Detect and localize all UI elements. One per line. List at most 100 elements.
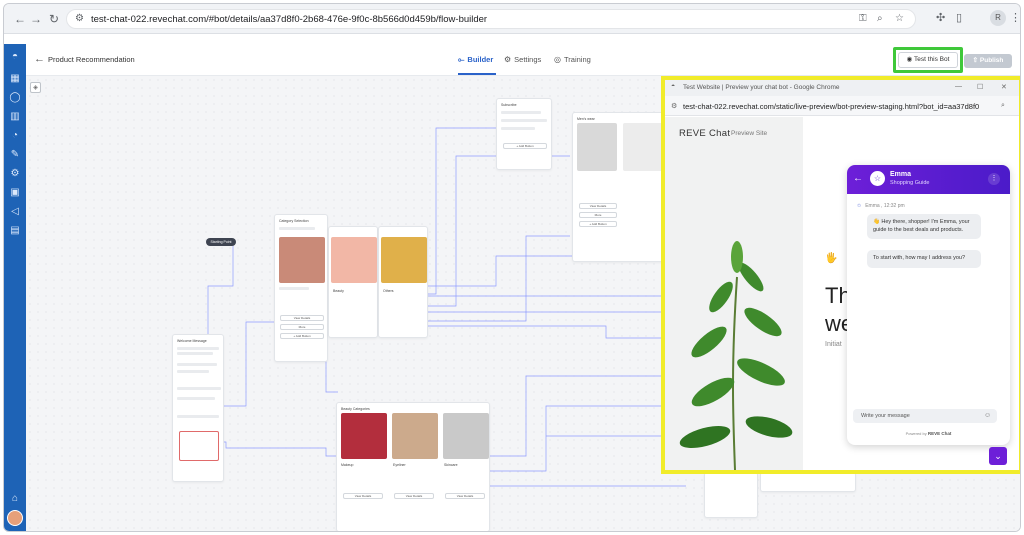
close-icon[interactable]: ✕: [1001, 83, 1007, 91]
add-button[interactable]: + Add Button: [280, 333, 324, 339]
bot-message: 👋 Hey there, shopper! I'm Emma, your gui…: [867, 214, 981, 239]
chat-menu-icon[interactable]: ⋮: [988, 173, 1000, 185]
hidden-node[interactable]: [704, 472, 758, 518]
test-this-bot-button[interactable]: ◉ Test this Bot: [898, 52, 958, 68]
hero-subtext: Initiat: [825, 341, 842, 348]
preview-window-title: Test Website | Preview your chat bot - G…: [683, 84, 840, 91]
makeup-image: [341, 413, 387, 459]
back-arrow-icon[interactable]: ←: [34, 53, 45, 65]
tab-settings[interactable]: ⚙ Settings: [504, 55, 541, 64]
maximize-icon[interactable]: ☐: [977, 83, 983, 91]
welcome-node[interactable]: Welcome Message: [172, 334, 224, 482]
more-button[interactable]: More: [579, 212, 617, 218]
contacts-icon[interactable]: ▣: [7, 186, 23, 200]
add-button[interactable]: + Add Button: [579, 221, 617, 227]
reading-list-icon[interactable]: ▯: [956, 11, 962, 24]
hidden-node[interactable]: [760, 472, 856, 492]
add-button-label: + Add Button: [589, 222, 607, 226]
logo-icon[interactable]: ◓: [7, 50, 23, 64]
chat-logo-icon: ◓: [671, 83, 676, 90]
view-details-button[interactable]: View Details: [280, 315, 324, 321]
view-details-button[interactable]: View Details: [579, 203, 617, 209]
minimize-icon[interactable]: —: [955, 83, 962, 90]
back-icon[interactable]: ←: [12, 11, 28, 27]
profile-avatar[interactable]: R: [990, 10, 1006, 26]
view-details-button[interactable]: View Details: [343, 493, 383, 499]
chat-bubble-icon[interactable]: ◯: [7, 91, 23, 105]
reload-icon[interactable]: ↻: [46, 11, 62, 27]
test-button-label: Test this Bot: [913, 56, 950, 63]
chat-back-icon[interactable]: ←: [853, 173, 863, 184]
forward-icon[interactable]: →: [28, 11, 44, 27]
add-button[interactable]: + Add Button: [503, 143, 547, 149]
zoom-icon[interactable]: ⌕: [877, 13, 883, 24]
gadgets-image: [279, 237, 325, 283]
screenshot-frame: ← → ↻ ⚙ test-chat-022.revechat.com/#bot/…: [3, 3, 1021, 532]
node-text-line: [177, 347, 219, 350]
beauty-image: [331, 237, 377, 283]
add-button-label: + Add Button: [516, 144, 534, 148]
comment-icon[interactable]: ◔: [7, 129, 23, 143]
node-text-line: [501, 111, 541, 114]
condition-block[interactable]: [179, 431, 219, 461]
bot-message: To start with, how may I address you?: [867, 250, 981, 268]
skincare-image: [443, 413, 489, 459]
site-info-icon[interactable]: ⚙: [75, 13, 84, 24]
gear-icon: ⚙: [504, 55, 512, 64]
publish-button[interactable]: ⇧ Publish: [964, 54, 1012, 68]
grid-icon[interactable]: ▦: [7, 72, 23, 86]
view-details-label: View Details: [293, 316, 311, 320]
tab-training[interactable]: ◎ Training: [554, 55, 591, 64]
chat-toggle-button[interactable]: ⌄: [989, 447, 1007, 465]
address-bar[interactable]: ⚙ test-chat-022.revechat.com/#bot/detail…: [66, 9, 916, 29]
others-card[interactable]: Others: [378, 226, 428, 338]
tab-settings-label: Settings: [514, 55, 542, 64]
category-node[interactable]: Category Selection View Details More + A…: [274, 214, 328, 362]
view-details-button[interactable]: View Details: [445, 493, 485, 499]
tab-builder-label: Builder: [467, 55, 494, 64]
tab-builder[interactable]: ⟜ Builder: [458, 55, 493, 65]
builder-header: ← Product Recommendation ⟜ Builder ⚙ Setti…: [26, 44, 1020, 76]
user-avatar[interactable]: [7, 510, 23, 526]
reports-icon[interactable]: ▤: [7, 224, 23, 238]
node-text-line: [177, 415, 219, 418]
site-info-icon[interactable]: ⚙: [671, 102, 677, 110]
reve-brand: REVE Chat: [679, 128, 731, 139]
more-button[interactable]: More: [280, 324, 324, 330]
agent-role: Shopping Guide: [890, 180, 930, 186]
chat-message-input[interactable]: Write your message: [853, 409, 997, 423]
welcome-node-title: Welcome Message: [177, 339, 207, 343]
extensions-icon[interactable]: ✣: [936, 11, 945, 24]
beauty-categories-node[interactable]: Beauty Categories Makeup Eyeliner Skinca…: [336, 402, 490, 531]
settings-icon[interactable]: ⚙: [7, 167, 23, 181]
menu-dots-icon[interactable]: ⋮: [1010, 11, 1020, 24]
agent-avatar: ☆: [870, 171, 885, 186]
emoji-icon[interactable]: ☺: [984, 412, 991, 419]
beauty-label: Beauty: [333, 289, 344, 293]
megaphone-icon[interactable]: ◁: [7, 205, 23, 219]
subscribe-node[interactable]: Subscribe + Add Button: [496, 98, 552, 170]
plant-panel: REVE Chat Preview Site: [665, 117, 803, 471]
publish-button-label: Publish: [979, 57, 1004, 64]
browser-toolbar: ← → ↻ ⚙ test-chat-022.revechat.com/#bot/…: [4, 4, 1020, 34]
app-sidebar: ◓ ▦ ◯ ▥ ◔ ✎ ⚙ ▣ ◁ ▤ ⌂: [4, 44, 26, 531]
start-node[interactable]: Starting Point: [206, 238, 236, 246]
plant-image: [679, 241, 793, 471]
flow-icon: ⟜: [458, 55, 465, 64]
key-icon[interactable]: ⚿: [859, 13, 867, 24]
jacket-image: [577, 123, 617, 171]
eyeliner-label: Eyeliner: [393, 463, 406, 467]
view-details-button[interactable]: View Details: [394, 493, 434, 499]
bot-icon[interactable]: ✎: [7, 148, 23, 162]
zoom-icon[interactable]: ⌕: [1001, 102, 1005, 110]
bookmark-star-icon[interactable]: ☆: [895, 13, 904, 24]
analytics-icon[interactable]: ▥: [7, 110, 23, 124]
subscribe-node-title: Subscribe: [501, 103, 517, 107]
node-text-line: [501, 119, 547, 122]
gift-icon[interactable]: ⌂: [7, 492, 23, 506]
view-details-label: View Details: [354, 494, 372, 498]
products-node[interactable]: Men's wear View Details More + Add Butto…: [572, 112, 664, 262]
training-icon: ◎: [554, 55, 561, 64]
preview-address-bar[interactable]: ⚙ test-chat-022.revechat.com/static/live…: [665, 96, 1019, 116]
beauty-card[interactable]: Beauty: [328, 226, 378, 338]
